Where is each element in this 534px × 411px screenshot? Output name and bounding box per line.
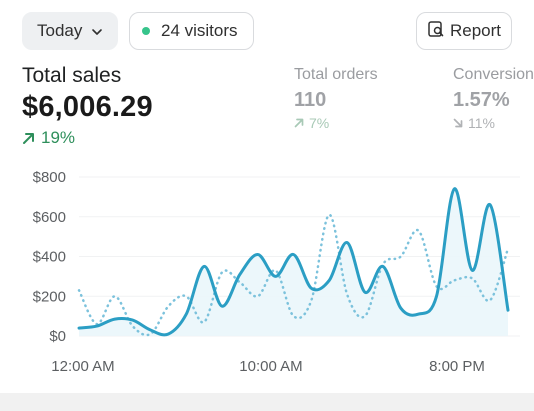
sales-line-chart: $0 $200 $400 $600 $800 12:00 AM 10:00 AM 8:00 … bbox=[33, 169, 520, 375]
live-indicator-dot bbox=[142, 27, 150, 35]
total-orders-change: 7% bbox=[294, 115, 378, 131]
total-sales-metric[interactable]: Total sales $6,006.29 19% bbox=[22, 64, 153, 148]
x-tick-label: 12:00 AM bbox=[51, 358, 114, 375]
total-sales-change-value: 19% bbox=[41, 128, 76, 147]
y-tick-label: $400 bbox=[33, 249, 66, 266]
y-tick-label: $200 bbox=[33, 288, 66, 305]
conversion-metric[interactable]: Conversion 1.57% 11% bbox=[453, 66, 534, 131]
x-tick-label: 10:00 AM bbox=[239, 358, 302, 375]
report-button[interactable]: Report bbox=[416, 12, 512, 50]
conversion-label: Conversion bbox=[453, 66, 534, 83]
y-tick-label: $800 bbox=[33, 169, 66, 186]
footer-divider-band bbox=[0, 393, 534, 411]
visitors-label: 24 visitors bbox=[161, 21, 238, 40]
live-visitors-button[interactable]: 24 visitors bbox=[129, 12, 254, 50]
total-sales-value: $6,006.29 bbox=[22, 91, 153, 123]
total-sales-label: Total sales bbox=[22, 64, 122, 87]
total-orders-label: Total orders bbox=[294, 66, 378, 83]
total-orders-change-value: 7% bbox=[309, 115, 330, 131]
total-orders-metric[interactable]: Total orders 110 7% bbox=[294, 66, 378, 131]
date-range-label: Today bbox=[37, 21, 83, 40]
y-tick-label: $0 bbox=[49, 328, 66, 345]
arrow-up-right-icon bbox=[22, 132, 35, 145]
chevron-down-icon bbox=[90, 24, 104, 38]
total-orders-value: 110 bbox=[294, 89, 327, 111]
arrow-down-right-icon bbox=[453, 118, 463, 128]
x-tick-label: 8:00 PM bbox=[429, 358, 485, 375]
report-search-icon bbox=[427, 20, 450, 43]
date-range-dropdown[interactable]: Today bbox=[22, 12, 118, 50]
report-label: Report bbox=[450, 21, 502, 40]
conversion-change-value: 11% bbox=[468, 115, 495, 131]
conversion-change: 11% bbox=[453, 115, 534, 131]
arrow-up-right-icon bbox=[294, 118, 304, 128]
conversion-value: 1.57% bbox=[453, 89, 510, 111]
total-sales-change: 19% bbox=[22, 128, 153, 148]
y-tick-label: $600 bbox=[33, 209, 66, 226]
